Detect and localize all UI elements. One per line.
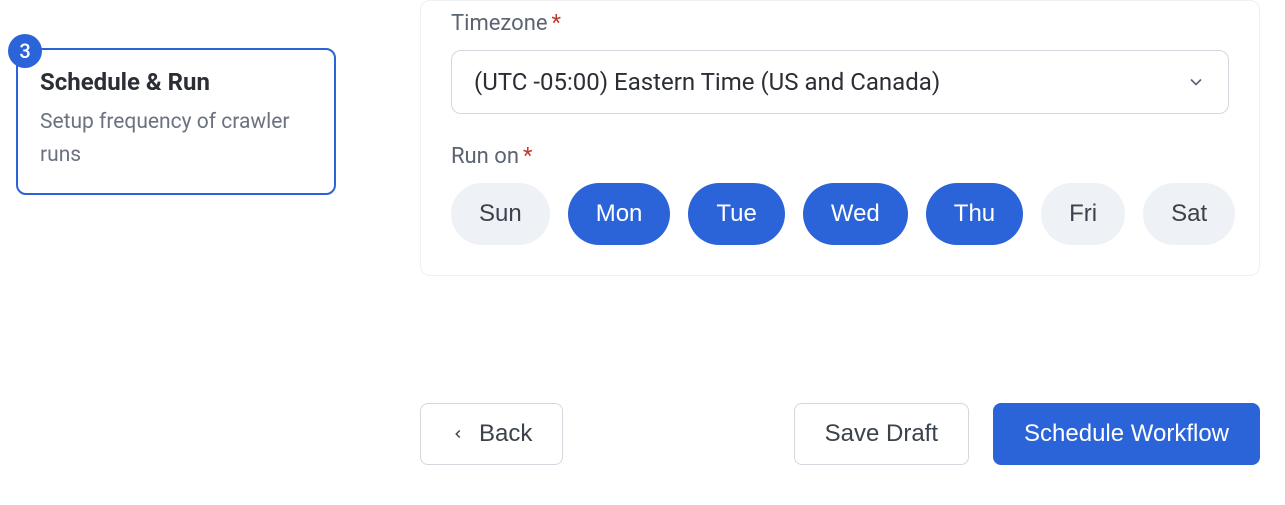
chevron-down-icon [1186, 72, 1206, 92]
schedule-workflow-button[interactable]: Schedule Workflow [993, 403, 1260, 465]
required-asterisk: * [552, 11, 561, 36]
save-draft-button[interactable]: Save Draft [794, 403, 969, 465]
day-pill-tue[interactable]: Tue [688, 183, 784, 245]
timezone-label-text: Timezone [451, 11, 548, 36]
day-pill-label: Sat [1171, 200, 1207, 228]
day-pill-sun[interactable]: Sun [451, 183, 550, 245]
step-number-badge: 3 [8, 34, 42, 68]
step-title: Schedule & Run [40, 68, 312, 96]
footer-right-group: Save Draft Schedule Workflow [794, 403, 1260, 465]
day-selector-row: Sun Mon Tue Wed Thu Fri Sat [451, 183, 1229, 245]
footer-actions: Back Save Draft Schedule Workflow [420, 403, 1260, 465]
back-button-label: Back [479, 420, 532, 448]
day-pill-label: Tue [716, 200, 756, 228]
step-card-schedule-run[interactable]: 3 Schedule & Run Setup frequency of craw… [16, 48, 336, 195]
day-pill-thu[interactable]: Thu [926, 183, 1023, 245]
run-on-label: Run on* [451, 144, 1229, 169]
schedule-form-panel: Timezone* (UTC -05:00) Eastern Time (US … [420, 0, 1260, 276]
day-pill-label: Sun [479, 200, 522, 228]
day-pill-label: Thu [954, 200, 995, 228]
day-pill-label: Wed [831, 200, 880, 228]
save-draft-label: Save Draft [825, 420, 938, 448]
run-on-label-text: Run on [451, 144, 519, 169]
timezone-select[interactable]: (UTC -05:00) Eastern Time (US and Canada… [451, 50, 1229, 114]
timezone-selected-value: (UTC -05:00) Eastern Time (US and Canada… [474, 68, 940, 96]
required-asterisk: * [523, 144, 532, 169]
back-button[interactable]: Back [420, 403, 563, 465]
day-pill-sat[interactable]: Sat [1143, 183, 1235, 245]
day-pill-fri[interactable]: Fri [1041, 183, 1125, 245]
day-pill-wed[interactable]: Wed [803, 183, 908, 245]
chevron-left-icon [451, 427, 465, 441]
day-pill-label: Mon [596, 200, 643, 228]
schedule-workflow-label: Schedule Workflow [1024, 420, 1229, 448]
day-pill-mon[interactable]: Mon [568, 183, 671, 245]
day-pill-label: Fri [1069, 200, 1097, 228]
timezone-label: Timezone* [451, 11, 1229, 36]
step-subtitle: Setup frequency of crawler runs [40, 106, 312, 171]
